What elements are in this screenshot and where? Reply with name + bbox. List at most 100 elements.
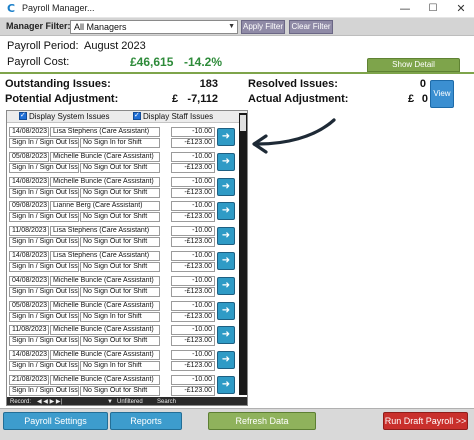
amount-adjustment-field[interactable]: -£123.00 <box>171 361 215 372</box>
open-issue-arrow-icon[interactable]: ➜ <box>217 128 235 146</box>
issue-type-field[interactable]: Sign In / Sign Out Issues <box>9 386 79 396</box>
hours-adjustment-field[interactable]: -10.00 <box>171 176 215 187</box>
issue-date-field[interactable]: 05/08/2023 <box>9 151 49 162</box>
staff-name-field[interactable]: Michelle Buncle (Care Assistant) <box>50 325 160 336</box>
minimize-icon[interactable]: — <box>392 0 418 18</box>
issue-description-field[interactable]: No Sign Out for Shift <box>80 286 160 297</box>
issue-type-field[interactable]: Sign In / Sign Out Issues <box>9 361 79 372</box>
open-issue-arrow-icon[interactable]: ➜ <box>217 227 235 246</box>
issue-description-field[interactable]: No Sign In for Shift <box>80 138 160 148</box>
issue-type-field[interactable]: Sign In / Sign Out Issues <box>9 187 79 198</box>
payroll-settings-button[interactable]: Payroll Settings <box>3 412 108 430</box>
maximize-icon[interactable]: ☐ <box>420 0 446 18</box>
issue-type-field[interactable]: Sign In / Sign Out Issues <box>9 212 79 223</box>
staff-name-field[interactable]: Lianne Berg (Care Assistant) <box>50 201 160 212</box>
issue-date-field[interactable]: 21/08/2023 <box>9 375 49 385</box>
amount-adjustment-field[interactable]: -£123.00 <box>171 212 215 223</box>
run-draft-payroll-button[interactable]: Run Draft Payroll >> <box>383 412 468 430</box>
hours-adjustment-field[interactable]: -10.00 <box>171 375 215 385</box>
payroll-cost-change: -14.2% <box>184 55 223 69</box>
hours-adjustment-field[interactable]: -10.00 <box>171 226 215 237</box>
staff-name-field[interactable]: Lisa Stephens (Care Assistant) <box>50 127 160 137</box>
amount-adjustment-field[interactable]: -£123.00 <box>171 262 215 272</box>
reports-button[interactable]: Reports <box>110 412 182 430</box>
hours-adjustment-field[interactable]: -10.00 <box>171 275 215 286</box>
search-box[interactable]: Search <box>157 397 176 405</box>
amount-adjustment-field[interactable]: -£123.00 <box>171 162 215 173</box>
open-issue-arrow-icon[interactable]: ➜ <box>217 202 235 221</box>
actual-adjustment-currency: £ <box>408 93 415 105</box>
amount-adjustment-field[interactable]: -£123.00 <box>171 311 215 322</box>
issue-date-field[interactable]: 11/08/2023 <box>9 226 49 237</box>
unfiltered-indicator[interactable]: Unfiltered <box>117 397 143 405</box>
issue-type-field[interactable]: Sign In / Sign Out Issues <box>9 286 79 297</box>
hours-adjustment-field[interactable]: -10.00 <box>171 350 215 361</box>
issue-date-field[interactable]: 04/08/2023 <box>9 275 49 286</box>
issue-date-field[interactable]: 14/08/2023 <box>9 350 49 361</box>
record-nav-buttons[interactable]: ◀ ◀ ▶ ▶| <box>37 397 62 405</box>
staff-name-field[interactable]: Lisa Stephens (Care Assistant) <box>50 226 160 237</box>
open-issue-arrow-icon[interactable]: ➜ <box>217 177 235 196</box>
manager-filter-select[interactable]: All Managers ▼ <box>70 20 238 34</box>
issue-date-field[interactable]: 14/08/2023 <box>9 176 49 187</box>
issue-type-field[interactable]: Sign In / Sign Out Issues <box>9 162 79 173</box>
hours-adjustment-field[interactable]: -10.00 <box>171 201 215 212</box>
issue-description-field[interactable]: No Sign In for Shift <box>80 361 160 372</box>
issue-type-field[interactable]: Sign In / Sign Out Issues <box>9 336 79 347</box>
staff-name-field[interactable]: Michelle Buncle (Care Assistant) <box>50 176 160 187</box>
window-title: Payroll Manager... <box>22 3 95 13</box>
amount-adjustment-field[interactable]: -£123.00 <box>171 187 215 198</box>
issue-description-field[interactable]: No Sign Out for Shift <box>80 162 160 173</box>
hours-adjustment-field[interactable]: -10.00 <box>171 300 215 311</box>
hours-adjustment-field[interactable]: -10.00 <box>171 127 215 137</box>
staff-name-field[interactable]: Michelle Buncle (Care Assistant) <box>50 300 160 311</box>
display-system-issues-checkbox[interactable] <box>19 111 27 120</box>
open-issue-arrow-icon[interactable]: ➜ <box>217 252 235 270</box>
amount-adjustment-field[interactable]: -£123.00 <box>171 336 215 347</box>
issue-date-field[interactable]: 11/08/2023 <box>9 325 49 336</box>
open-issue-arrow-icon[interactable]: ➜ <box>217 351 235 370</box>
issue-description-field[interactable]: No Sign In for Shift <box>80 311 160 322</box>
staff-name-field[interactable]: Michelle Buncle (Care Assistant) <box>50 350 160 361</box>
issue-date-field[interactable]: 09/08/2023 <box>9 201 49 212</box>
issue-type-field[interactable]: Sign In / Sign Out Issues <box>9 237 79 248</box>
open-issue-arrow-icon[interactable]: ➜ <box>217 276 235 295</box>
amount-adjustment-field[interactable]: -£123.00 <box>171 237 215 248</box>
refresh-data-button[interactable]: Refresh Data <box>208 412 316 430</box>
issue-date-field[interactable]: 05/08/2023 <box>9 300 49 311</box>
apply-filter-button[interactable]: Apply Filter <box>241 20 285 34</box>
issue-description-field[interactable]: No Sign Out for Shift <box>80 386 160 396</box>
open-issue-arrow-icon[interactable]: ➜ <box>217 301 235 320</box>
issue-type-field[interactable]: Sign In / Sign Out Issues <box>9 262 79 272</box>
staff-name-field[interactable]: Michelle Buncle (Care Assistant) <box>50 375 160 385</box>
staff-name-field[interactable]: Michelle Buncle (Care Assistant) <box>50 151 160 162</box>
issue-date-field[interactable]: 14/08/2023 <box>9 127 49 137</box>
show-detail-tab[interactable]: Show Detail <box>367 58 460 72</box>
staff-name-field[interactable]: Michelle Buncle (Care Assistant) <box>50 275 160 286</box>
amount-adjustment-field[interactable]: -£123.00 <box>171 286 215 297</box>
amount-adjustment-field[interactable]: -£123.00 <box>171 386 215 396</box>
display-staff-issues-checkbox[interactable] <box>133 111 141 120</box>
issue-description-field[interactable]: No Sign Out for Shift <box>80 262 160 272</box>
issue-row: 05/08/2023 Michelle Buncle (Care Assistan… <box>9 299 237 323</box>
open-issue-arrow-icon[interactable]: ➜ <box>217 326 235 345</box>
hours-adjustment-field[interactable]: -10.00 <box>171 251 215 261</box>
issue-type-field[interactable]: Sign In / Sign Out Issues <box>9 311 79 322</box>
hours-adjustment-field[interactable]: -10.00 <box>171 151 215 162</box>
open-issue-arrow-icon[interactable]: ➜ <box>217 152 235 171</box>
issues-list-panel: Display System Issues Display Staff Issu… <box>6 110 248 406</box>
issue-date-field[interactable]: 14/08/2023 <box>9 251 49 261</box>
staff-name-field[interactable]: Lisa Stephens (Care Assistant) <box>50 251 160 261</box>
close-icon[interactable]: ✕ <box>448 0 474 18</box>
open-issue-arrow-icon[interactable]: ➜ <box>217 376 235 394</box>
resolved-issues-value: 0 <box>419 78 426 90</box>
view-button[interactable]: View <box>430 80 454 108</box>
issue-description-field[interactable]: No Sign Out for Shift <box>80 187 160 198</box>
issue-description-field[interactable]: No Sign Out for Shift <box>80 237 160 248</box>
issue-description-field[interactable]: No Sign Out for Shift <box>80 212 160 223</box>
issue-type-field[interactable]: Sign In / Sign Out Issues <box>9 138 79 148</box>
clear-filter-button[interactable]: Clear Filter <box>289 20 333 34</box>
amount-adjustment-field[interactable]: -£123.00 <box>171 138 215 148</box>
issue-description-field[interactable]: No Sign Out for Shift <box>80 336 160 347</box>
hours-adjustment-field[interactable]: -10.00 <box>171 325 215 336</box>
